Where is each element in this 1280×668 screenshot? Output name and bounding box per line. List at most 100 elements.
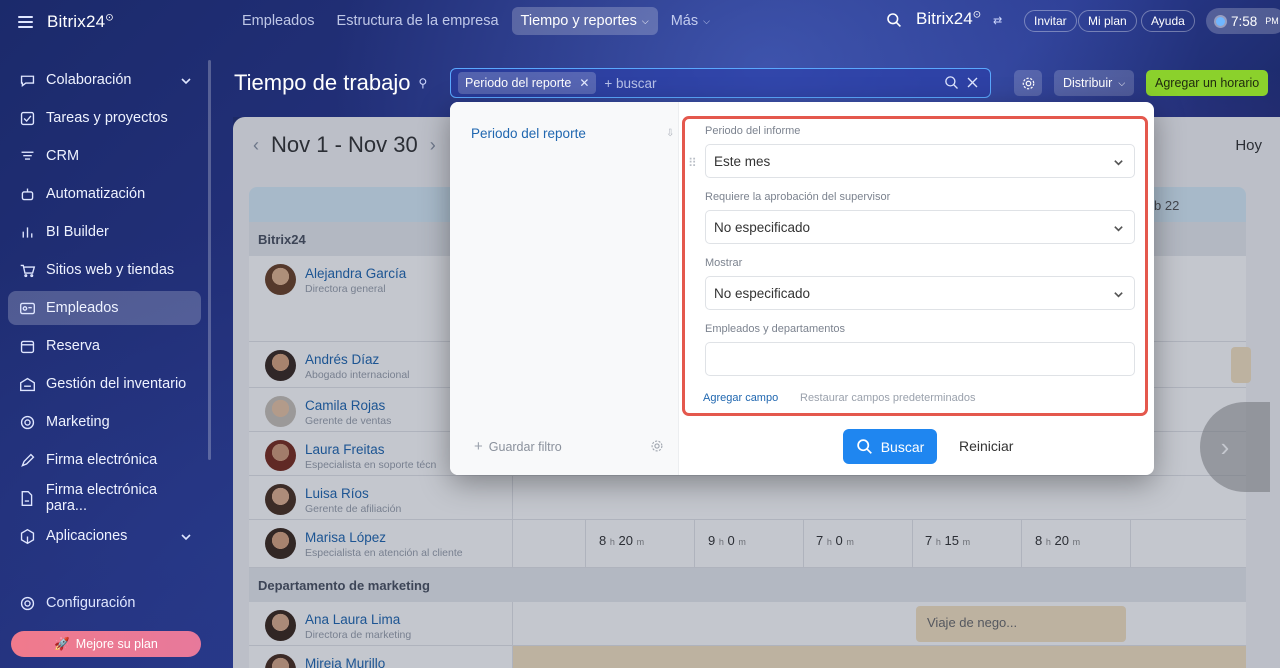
sidebar-item-sitios-web-y-tiendas[interactable]: Sitios web y tiendas [8, 253, 201, 287]
help-button[interactable]: Ayuda [1141, 10, 1195, 32]
clock-ampm: PM [1265, 16, 1279, 26]
avatar[interactable] [265, 396, 296, 427]
prev-period-icon[interactable]: ‹ [253, 135, 259, 156]
tab-company-structure[interactable]: Estructura de la empresa [328, 7, 508, 35]
employees-departments-field[interactable] [705, 342, 1135, 376]
avatar[interactable] [265, 484, 296, 515]
table-row[interactable]: Luisa Ríos Gerente de afiliación [249, 476, 1246, 520]
avatar[interactable] [265, 528, 296, 559]
tab-employees[interactable]: Empleados [233, 7, 324, 35]
next-period-icon[interactable]: › [430, 135, 436, 156]
search-input[interactable]: + buscar [604, 76, 656, 91]
event-block[interactable] [513, 646, 1246, 668]
page-title: Tiempo de trabajo ⚲ [234, 70, 428, 95]
funnel-icon [18, 147, 36, 165]
sync-icon[interactable]: ⇄ [993, 14, 1002, 27]
employee-name[interactable]: Mireia Murillo [305, 656, 385, 668]
hours-cell[interactable]: 8 h 20 m [1035, 533, 1080, 548]
my-plan-button[interactable]: Mi plan [1078, 10, 1137, 32]
today-button[interactable]: Hoy [1235, 137, 1262, 154]
brand-logo[interactable]: Bitrix24⊙ [916, 9, 981, 29]
hours-cell[interactable]: 9 h 0 m [708, 533, 746, 548]
logo[interactable]: Bitrix24⊙ [47, 12, 114, 32]
search-icon[interactable] [944, 75, 959, 90]
chevron-down-icon[interactable] [181, 74, 191, 85]
employee-name[interactable]: Andrés Díaz [305, 352, 379, 367]
sidebar-item-tareas-y-proyectos[interactable]: Tareas y proyectos [8, 101, 201, 135]
employee-name[interactable]: Alejandra García [305, 266, 406, 281]
sidebar-item-bi-builder[interactable]: BI Builder [8, 215, 201, 249]
sidebar-item-reserva[interactable]: Reserva [8, 329, 201, 363]
restore-fields-link[interactable]: Restaurar campos predeterminados [800, 392, 975, 404]
search-button[interactable]: Buscar [843, 429, 937, 464]
chevron-down-icon[interactable] [181, 530, 191, 541]
filter-search-bar[interactable]: Periodo del reporte ✕ + buscar [450, 68, 991, 98]
drag-handle-icon[interactable]: ⠿ [688, 156, 697, 170]
employee-role: Abogado internacional [305, 369, 410, 381]
sidebar-scrollbar[interactable] [208, 60, 211, 460]
filter-chip-label: Periodo del reporte [465, 76, 572, 90]
sidebar-item-crm[interactable]: CRM [8, 139, 201, 173]
show-select[interactable]: No especificado [705, 276, 1135, 310]
employee-name[interactable]: Camila Rojas [305, 398, 385, 413]
sidebar-item-label: BI Builder [46, 224, 109, 240]
hours-cell[interactable]: 8 h 20 m [599, 533, 644, 548]
chevron-down-icon [1113, 156, 1124, 167]
add-schedule-button[interactable]: Agregar un horario [1146, 70, 1269, 96]
settings-button[interactable] [1014, 70, 1042, 96]
tab-more[interactable]: Más ⌵ [662, 7, 719, 35]
sidebar-item-settings[interactable]: Configuración [18, 594, 135, 612]
event-block[interactable]: Viaje de nego... [916, 606, 1126, 642]
sidebar-item-marketing[interactable]: Marketing [8, 405, 201, 439]
sidebar-item-aplicaciones[interactable]: Aplicaciones [8, 519, 201, 553]
filter-preset-item[interactable]: Periodo del reporte [471, 126, 586, 141]
sidebar-item-empleados[interactable]: Empleados [8, 291, 201, 325]
employee-name[interactable]: Ana Laura Lima [305, 612, 400, 627]
employee-name[interactable]: Marisa López [305, 530, 386, 545]
save-filter-button[interactable]: + Guardar filtro [474, 438, 562, 455]
avatar[interactable] [265, 610, 296, 641]
sidebar-item-firma-electr-nica-para[interactable]: Firma electrónica para... [8, 481, 201, 515]
add-field-link[interactable]: Agregar campo [703, 392, 778, 404]
search-icon[interactable] [886, 12, 902, 28]
reset-button[interactable]: Reiniciar [959, 438, 1013, 454]
hours-cell[interactable]: 7 h 0 m [816, 533, 854, 548]
table-row[interactable]: Mireia Murillo [249, 646, 1246, 668]
avatar[interactable] [265, 440, 296, 471]
avatar[interactable] [265, 654, 296, 668]
sidebar-item-label: Aplicaciones [46, 528, 128, 544]
clear-icon[interactable] [965, 75, 980, 90]
sidebar-item-gesti-n-del-inventario[interactable]: Gestión del inventario [8, 367, 201, 401]
gear-icon [1022, 77, 1034, 89]
sidebar-item-firma-electr-nica[interactable]: Firma electrónica [8, 443, 201, 477]
supervisor-approval-select[interactable]: No especificado [705, 210, 1135, 244]
save-filter-label: Guardar filtro [488, 439, 562, 454]
table-row[interactable]: Marisa López Especialista en atención al… [249, 520, 1246, 568]
pin-icon[interactable]: ⚲ [419, 76, 428, 90]
employee-name[interactable]: Laura Freitas [305, 442, 385, 457]
filter-chip[interactable]: Periodo del reporte ✕ [458, 72, 597, 94]
tab-time-reports[interactable]: Tiempo y reportes ⌵ [511, 7, 658, 35]
hours-cell[interactable]: 7 h 15 m [925, 533, 970, 548]
report-period-select[interactable]: Este mes [705, 144, 1135, 178]
employee-name[interactable]: Luisa Ríos [305, 486, 369, 501]
event-block[interactable] [1231, 347, 1251, 383]
menu-burger-icon[interactable] [18, 16, 33, 28]
pin-icon[interactable]: ⇩ [666, 128, 674, 139]
table-row[interactable]: Ana Laura Lima Directora de marketing Vi… [249, 602, 1246, 646]
search-icon [856, 439, 872, 454]
sidebar-item-automatizaci-n[interactable]: Automatización [8, 177, 201, 211]
avatar[interactable] [265, 350, 296, 381]
distribute-button[interactable]: Distribuir ⌵ [1054, 70, 1135, 96]
upgrade-plan-button[interactable]: 🚀 Mejore su plan [11, 631, 201, 657]
sidebar-item-colaboraci-n[interactable]: Colaboración [8, 63, 201, 97]
avatar[interactable] [265, 264, 296, 295]
gear-icon[interactable] [650, 439, 664, 453]
invite-button[interactable]: Invitar [1024, 10, 1077, 32]
search-button-label: Buscar [880, 438, 925, 455]
close-icon[interactable]: ✕ [579, 76, 589, 90]
clock-time: 7:58 [1231, 13, 1258, 29]
employee-role: Gerente de ventas [305, 415, 392, 427]
clock-widget[interactable]: 7:58 PM [1206, 8, 1280, 34]
settings-label: Configuración [46, 595, 136, 611]
